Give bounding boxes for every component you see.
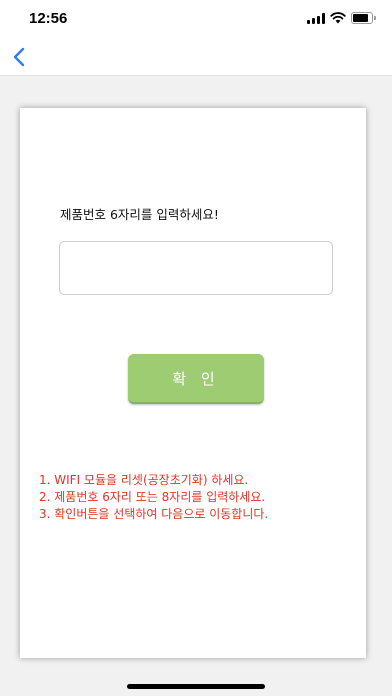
instruction-item: 1. WIFI 모듈을 리셋(공장초기화) 하세요. — [39, 473, 249, 487]
serial-entry-card: 제품번호 6자리를 입력하세요! 확 인 1. WIFI 모듈을 리셋(공장초기… — [20, 108, 366, 658]
back-button[interactable] — [4, 42, 34, 72]
home-indicator — [127, 684, 265, 689]
cellular-signal-icon — [307, 13, 325, 24]
battery-icon — [351, 12, 376, 24]
instruction-item: 3. 확인버튼을 선택하여 다음으로 이동합니다. — [39, 507, 269, 521]
nav-bar — [0, 38, 392, 76]
status-bar: 12:56 — [0, 0, 392, 38]
serial-number-input[interactable] — [59, 241, 333, 295]
battery-level — [353, 14, 369, 22]
wifi-icon — [330, 12, 346, 24]
chevron-left-icon — [13, 47, 25, 67]
confirm-button[interactable]: 확 인 — [128, 354, 264, 404]
instruction-list: 1. WIFI 모듈을 리셋(공장초기화) 하세요. 2. 제품번호 6자리 또… — [39, 472, 268, 523]
status-time: 12:56 — [29, 10, 68, 27]
instruction-item: 2. 제품번호 6자리 또는 8자리를 입력하세요. — [39, 490, 266, 504]
serial-prompt-label: 제품번호 6자리를 입력하세요! — [60, 207, 219, 222]
